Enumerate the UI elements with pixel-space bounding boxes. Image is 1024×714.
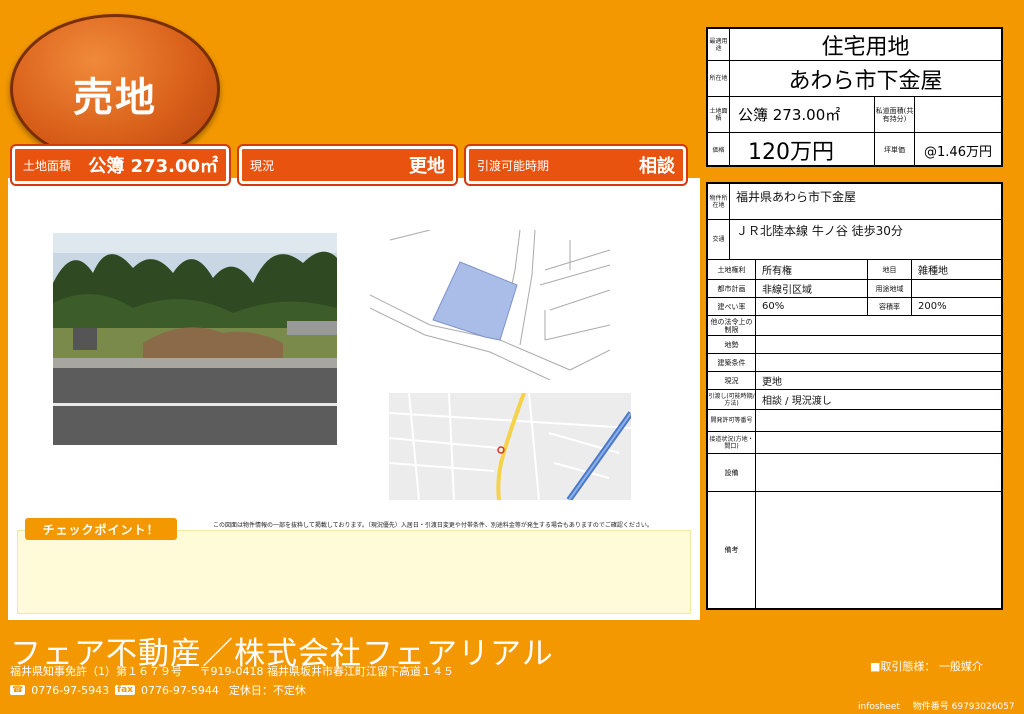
road-label: 接道状況(方地・間口): [708, 432, 756, 453]
company-license-line: 福井県知事免許（1）第１６７９号 〒919-0418 福井県坂井市春江町江留下高…: [10, 663, 454, 679]
detail-row-traffic: 交通 ＪＲ北陸本線 牛ノ谷 徒歩30分: [708, 220, 1001, 260]
handover-value: 相談 / 現況渡し: [762, 396, 832, 407]
location-label: 所在地: [708, 61, 730, 96]
fax-icon: fax: [115, 685, 135, 695]
detail-row-terrain: 地勢: [708, 336, 1001, 354]
remarks-value: [756, 492, 1001, 608]
infosheet-line: infosheet 物件番号 69793026057: [858, 699, 1015, 712]
badge-handover-value: 相談: [639, 156, 675, 177]
sale-type-label: 売地: [73, 75, 157, 121]
badge-status-key: 現況: [250, 158, 275, 173]
details-table: 物件所在地 福井県あわら市下金屋 交通 ＪＲ北陸本線 牛ノ谷 徒歩30分 土地権…: [706, 182, 1003, 610]
location-value: あわら市下金屋: [788, 68, 943, 94]
summary-row-use: 最適用途 住宅用地: [708, 29, 1001, 61]
infosheet-label: infosheet: [858, 702, 900, 712]
build-cond-label: 建築条件: [708, 354, 756, 371]
bcr-value: 60%: [756, 298, 868, 315]
license-number: 福井県知事免許（1）第１６７９号: [10, 665, 182, 678]
summary-row-area: 土地面積 公簿 273.00㎡ 私道面積(共有持分): [708, 97, 1001, 133]
detail-row-handover: 引渡し(可能時期/方法) 相談 / 現況渡し: [708, 390, 1001, 410]
badge-land-area-value: 公簿 273.00㎡: [88, 156, 218, 177]
summary-table: 最適用途 住宅用地 所在地 あわら市下金屋 土地面積 公簿 273.00㎡ 私道…: [706, 27, 1003, 167]
fax-number: 0776-97-5944: [140, 683, 219, 697]
disclaimer-text: この図面は物件情報の一部を抜粋して掲載しております。（現況優先）入居日・引渡日変…: [213, 522, 653, 529]
property-number: 物件番号 69793026057: [912, 702, 1015, 712]
chimoku-value: 雑種地: [918, 266, 948, 277]
zoning-label: 用途地域: [868, 280, 912, 297]
detail-row-rights: 土地権利 所有権 地目 雑種地: [708, 260, 1001, 280]
sale-type-badge: 売地: [10, 14, 220, 164]
area-map: [389, 393, 631, 500]
address-label: 物件所在地: [708, 184, 730, 219]
city-plan-label: 都市計画: [708, 280, 756, 297]
rights-value: 所有権: [756, 260, 868, 279]
remarks-label: 備考: [708, 492, 756, 608]
far-label: 容積率: [868, 298, 912, 315]
build-cond-value: [756, 354, 1001, 371]
permit-value: [756, 410, 1001, 431]
badge-land-area: 土地面積 公簿 273.00㎡: [10, 144, 231, 186]
bcr-label: 建ぺい率: [708, 298, 756, 315]
terrain-value: [756, 336, 1001, 353]
detail-row-remarks: 備考: [708, 492, 1001, 608]
checkpoint-box: [17, 530, 691, 614]
use-label: 最適用途: [708, 29, 730, 60]
facility-label: 設備: [708, 454, 756, 491]
road-value: [756, 432, 1001, 453]
detail-row-build-cond: 建築条件: [708, 354, 1001, 372]
status-value: 更地: [762, 377, 782, 388]
detail-row-permit: 開発許可等番号: [708, 410, 1001, 432]
status-label: 現況: [708, 372, 756, 389]
traffic-label: 交通: [708, 220, 730, 259]
other-limits-value: [756, 316, 1001, 335]
property-photo: [53, 233, 337, 445]
badge-handover-key: 引渡可能時期: [477, 158, 550, 173]
checkpoint-tab: チェックポイント！: [25, 518, 177, 540]
badge-status-value: 更地: [409, 156, 445, 177]
rights-label: 土地権利: [708, 260, 756, 279]
private-road-label: 私道面積(共有持分): [875, 97, 915, 132]
company-address: 〒919-0418 福井県坂井市春江町江留下高道１４５: [199, 665, 454, 678]
address-value: 福井県あわら市下金屋: [736, 190, 857, 204]
detail-row-other-limits: 他の法令上の制限: [708, 316, 1001, 336]
handover-label: 引渡し(可能時期/方法): [708, 390, 756, 409]
unit-price-value: @1.46万円: [924, 144, 992, 160]
permit-label: 開発許可等番号: [708, 410, 756, 431]
badge-handover: 引渡可能時期 相談: [464, 144, 688, 186]
use-value: 住宅用地: [821, 34, 910, 60]
facility-value: [756, 454, 1001, 491]
land-area-value: 公簿 273.00㎡: [730, 97, 875, 132]
summary-row-location: 所在地 あわら市下金屋: [708, 61, 1001, 97]
detail-row-facility: 設備: [708, 454, 1001, 492]
parcel-map: [369, 229, 611, 381]
far-value: 200%: [918, 301, 947, 312]
city-plan-value: 非線引区域: [756, 280, 868, 297]
badge-land-area-key: 土地面積: [23, 158, 72, 173]
detail-row-address: 物件所在地 福井県あわら市下金屋: [708, 184, 1001, 220]
detail-row-city-plan: 都市計画 非線引区域 用途地域: [708, 280, 1001, 298]
private-road-value: [915, 97, 1001, 132]
detail-row-road: 接道状況(方地・間口): [708, 432, 1001, 454]
holiday-text: 定休日：不定休: [228, 684, 306, 697]
detail-row-status: 現況 更地: [708, 372, 1001, 390]
chimoku-label: 地目: [868, 260, 912, 279]
price-value: 120万円: [730, 133, 875, 167]
other-limits-label: 他の法令上の制限: [708, 316, 756, 335]
badge-status: 現況 更地: [237, 144, 458, 186]
summary-row-price: 価格 120万円 坪単価 @1.46万円: [708, 133, 1001, 167]
phone-icon: ☎: [10, 685, 26, 695]
trade-type: ■取引態様： 一般媒介: [870, 660, 983, 673]
company-contact-line: ☎ 0776-97-5943 fax 0776-97-5944 定休日：不定休: [10, 682, 306, 698]
phone-number: 0776-97-5943: [31, 683, 110, 697]
unit-price-label: 坪単価: [875, 133, 915, 167]
traffic-value: ＪＲ北陸本線 牛ノ谷 徒歩30分: [736, 224, 903, 238]
zoning-value: [912, 280, 1001, 297]
detail-row-ratios: 建ぺい率 60% 容積率 200%: [708, 298, 1001, 316]
terrain-label: 地勢: [708, 336, 756, 353]
price-label: 価格: [708, 133, 730, 167]
land-area-label: 土地面積: [708, 97, 730, 132]
